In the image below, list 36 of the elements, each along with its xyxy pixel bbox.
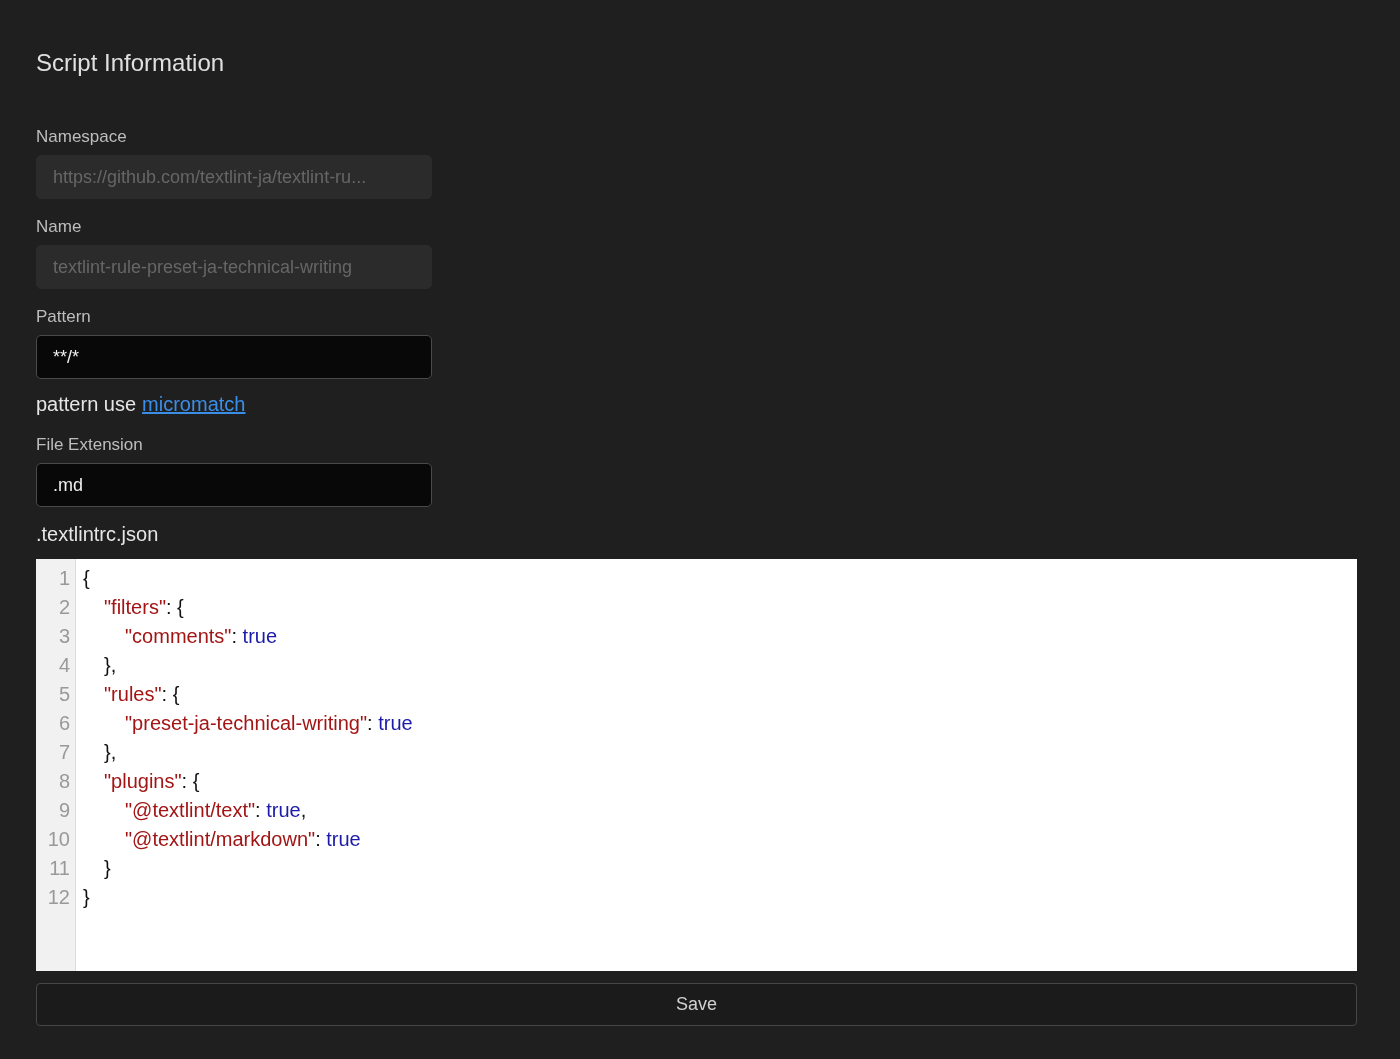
- field-label: Namespace: [36, 126, 128, 148]
- line-number: 3: [57, 624, 71, 649]
- code-line: },: [103, 653, 118, 678]
- code-line: }: [83, 885, 91, 910]
- code-line: "plugins": {: [103, 769, 201, 794]
- line-number: 6: [57, 711, 71, 736]
- line-number: 8: [57, 769, 71, 794]
- page-title: Script Information: [36, 48, 226, 78]
- text-field[interactable]: **/*: [36, 335, 432, 379]
- line-number: 9: [57, 798, 71, 823]
- save-button[interactable]: Save: [36, 983, 1357, 1026]
- line-number: 12: [46, 885, 71, 910]
- line-number: 2: [57, 595, 71, 620]
- line-number: 1: [57, 566, 71, 591]
- code-editor[interactable]: 1 2 3 4 5 6 7 8 9 10 11 12 { "filters": { "comments": true }, "rules": { "preset-ja-technical-writing": true }, "plugins": { "@textlint/text": true, "@textlint/markdown": true } }: [36, 559, 1357, 971]
- line-number: 11: [48, 856, 71, 881]
- editor-label: .textlintrc.json: [36, 522, 160, 547]
- field-label: Name: [36, 216, 83, 238]
- line-number: 10: [46, 827, 71, 852]
- code-line: "@textlint/text": true,: [124, 798, 308, 823]
- field-label: File Extension: [36, 434, 144, 456]
- code-line: "rules": {: [103, 682, 181, 707]
- text-field[interactable]: .md: [36, 463, 432, 507]
- code-line: {: [83, 566, 91, 591]
- code-line: },: [103, 740, 118, 765]
- code-line: "comments": true: [124, 624, 279, 649]
- line-number: 4: [57, 653, 71, 678]
- line-number: 7: [57, 740, 71, 765]
- hint-text: pattern use: [36, 392, 137, 417]
- code-line: "filters": {: [103, 595, 185, 620]
- field-label: Pattern: [36, 306, 92, 328]
- line-number: 5: [57, 682, 71, 707]
- code-line: }: [103, 856, 112, 881]
- code-line: "preset-ja-technical-writing": true: [124, 711, 413, 736]
- code-line: "@textlint/markdown": true: [124, 827, 362, 852]
- micromatch-link[interactable]: micromatch: [142, 391, 246, 417]
